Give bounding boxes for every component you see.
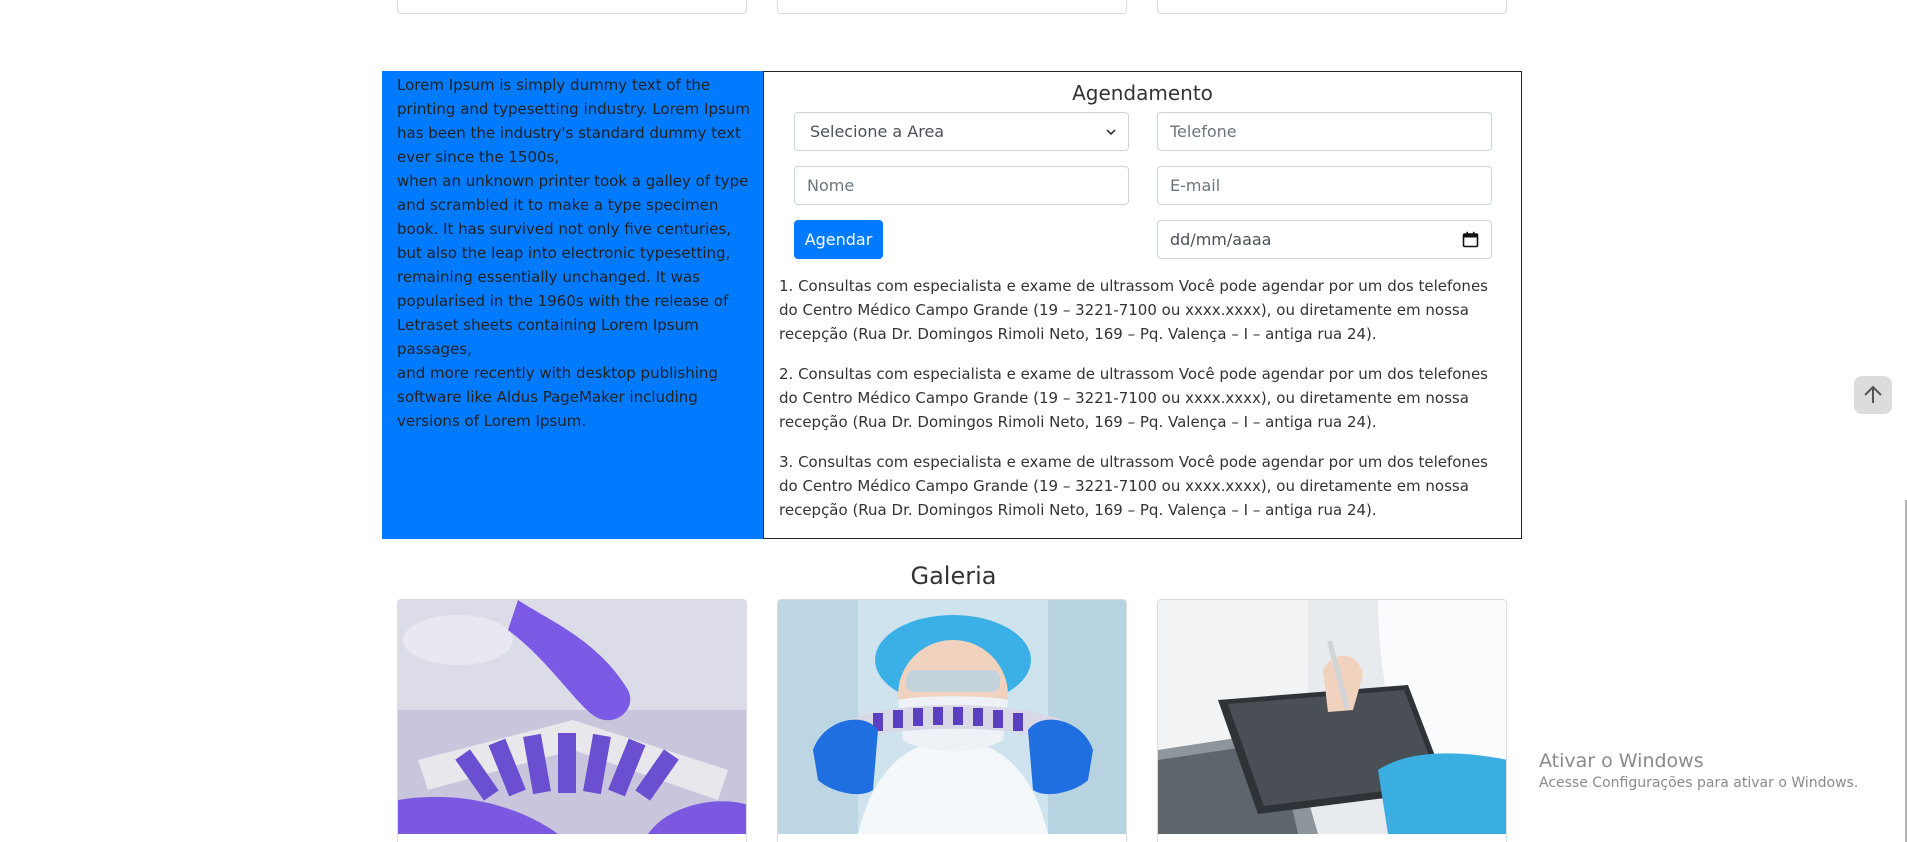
info-item: 2. Consultas com especialista e exame de…	[779, 365, 1488, 431]
gallery-title: Galeria	[910, 562, 997, 590]
info-item: 3. Consultas com especialista e exame de…	[779, 453, 1488, 519]
schedule-button[interactable]: Agendar	[794, 220, 883, 259]
windows-watermark: Ativar o Windows Acesse Configurações pa…	[1539, 749, 1858, 793]
area-select-value: Selecione a Area	[810, 122, 945, 141]
booking-panel: Agendamento Selecione a Area Telefone No…	[763, 71, 1522, 539]
gallery-card[interactable]	[1157, 599, 1507, 842]
intro-paragraph: and more recently with desktop publishin…	[397, 364, 718, 430]
gallery-image-doctor-tablet	[1158, 600, 1506, 834]
scroll-to-top-button[interactable]	[1854, 376, 1892, 414]
date-placeholder: dd/mm/aaaa	[1170, 230, 1272, 249]
gallery-card[interactable]	[777, 599, 1127, 842]
phone-input[interactable]: Telefone	[1157, 112, 1492, 151]
booking-title: Agendamento	[1072, 81, 1213, 105]
info-list: 1. Consultas com especialista e exame de…	[779, 274, 1499, 538]
intro-panel: Lorem Ipsum is simply dummy text of the …	[382, 71, 763, 539]
intro-paragraph: Lorem Ipsum is simply dummy text of the …	[397, 76, 750, 166]
arrow-up-icon	[1864, 385, 1882, 403]
form-row: Nome E-mail	[794, 166, 1492, 205]
form-row: Selecione a Area Telefone	[794, 112, 1492, 151]
watermark-subtitle: Acesse Configurações para ativar o Windo…	[1539, 775, 1859, 791]
intro-paragraph: when an unknown printer took a galley of…	[397, 172, 749, 358]
top-card	[777, 0, 1127, 14]
gallery-image-lab-tray	[398, 600, 746, 834]
chevron-down-icon	[1106, 128, 1116, 135]
area-select[interactable]: Selecione a Area	[794, 112, 1129, 151]
date-input[interactable]: dd/mm/aaaa	[1157, 220, 1492, 259]
calendar-icon[interactable]	[1462, 231, 1479, 248]
form-row: Agendar dd/mm/aaaa	[794, 220, 1492, 259]
top-card	[397, 0, 747, 14]
info-item: 1. Consultas com especialista e exame de…	[779, 277, 1488, 343]
email-input[interactable]: E-mail	[1157, 166, 1492, 205]
gallery-card[interactable]	[397, 599, 747, 842]
watermark-title: Ativar o Windows	[1539, 750, 1704, 772]
gallery-image-lab-technician	[778, 600, 1126, 834]
top-card	[1157, 0, 1507, 14]
booking-section: Lorem Ipsum is simply dummy text of the …	[382, 71, 1522, 539]
name-input[interactable]: Nome	[794, 166, 1129, 205]
email-placeholder: E-mail	[1170, 176, 1221, 195]
name-placeholder: Nome	[807, 176, 855, 195]
phone-placeholder: Telefone	[1170, 122, 1237, 141]
